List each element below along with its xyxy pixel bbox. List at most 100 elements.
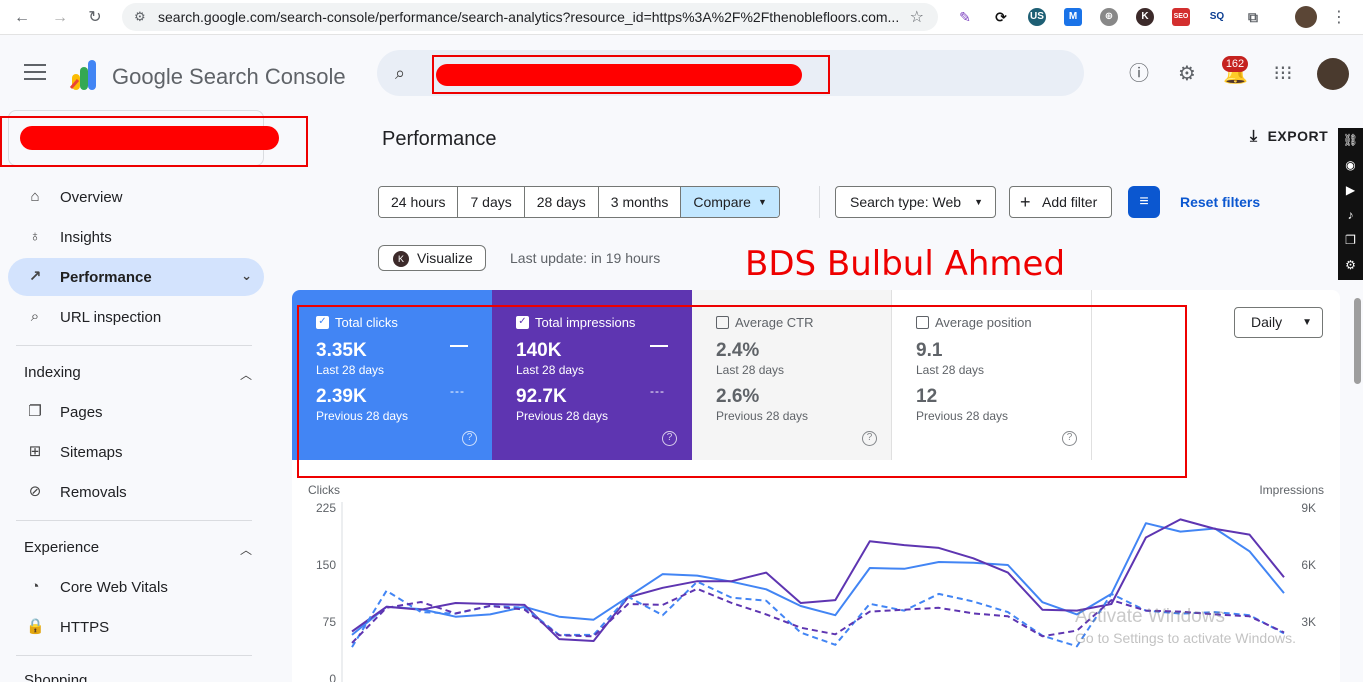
reset-filters-link[interactable]: Reset filters (1180, 194, 1260, 210)
profile-avatar[interactable] (1295, 6, 1317, 28)
site-info-icon[interactable]: ⚙ (134, 9, 146, 25)
range-3-months[interactable]: 3 months (598, 187, 682, 217)
y-tick-right: 6K (1301, 558, 1316, 572)
visualize-label: Visualize (417, 250, 473, 266)
settings-user-icon[interactable]: ⚙ (1175, 62, 1199, 86)
sidebar-item-url-inspection[interactable]: ⌕ URL inspection (8, 298, 264, 336)
m-extension-icon[interactable]: M (1064, 8, 1082, 26)
sidebar-item-label: Insights (60, 228, 112, 246)
sidebar-item-sitemaps[interactable]: ⊞ Sitemaps (8, 433, 264, 471)
y-tick-left: 75 (323, 615, 337, 629)
sidebar-item-label: Overview (60, 188, 123, 206)
search-type-button[interactable]: Search type: Web ▼ (835, 186, 997, 218)
scrollbar-thumb[interactable] (1354, 298, 1361, 384)
puzzle-icon[interactable]: ⧉ (1244, 8, 1262, 26)
back-icon[interactable]: ← (10, 6, 34, 30)
bulb-icon: ♁ (29, 228, 41, 245)
toolbar-separator (819, 186, 820, 218)
browser-toolbar: ← → ↻ ⚙ search.google.com/search-console… (0, 0, 1363, 35)
sidebar-item-removals[interactable]: ⊘ Removals (8, 473, 264, 511)
range-7-days[interactable]: 7 days (458, 187, 525, 217)
video-icon[interactable]: ▶ (1338, 178, 1363, 203)
sidebar-item-label: Pages (60, 403, 103, 421)
sidebar-section-indexing[interactable]: Indexing (24, 364, 81, 381)
bookmark-star-icon[interactable]: ☆ (910, 7, 924, 27)
sidebar-section-shopping[interactable]: Shopping (24, 672, 87, 682)
k-extension-icon[interactable]: K (1136, 8, 1154, 26)
filter-options-icon[interactable]: ≡ (1128, 186, 1160, 218)
y-tick-left: 225 (316, 501, 336, 515)
vpn-extension-icon[interactable]: US (1028, 8, 1046, 26)
camera-icon[interactable]: ◉ (1338, 153, 1363, 178)
globe-extension-icon[interactable]: ⊕ (1100, 8, 1118, 26)
caret-down-icon: ▼ (758, 197, 767, 207)
pen-extension-icon[interactable]: ✎ (956, 8, 974, 26)
app-name: Google Search Console (112, 64, 346, 89)
visualize-button[interactable]: K Visualize (378, 245, 486, 271)
chevron-down-icon[interactable]: ⌄ (241, 268, 252, 284)
sidebar-item-label: URL inspection (60, 308, 162, 326)
search-icon: ⌕ (30, 308, 40, 325)
sidebar-item-core-web-vitals[interactable]: ◔ Core Web Vitals (8, 568, 264, 606)
redaction-box (297, 305, 1187, 478)
chevron-up-icon[interactable]: ︿ (240, 541, 252, 558)
sidebar-item-performance[interactable]: ↗ Performance ⌄ (8, 258, 264, 296)
y-tick-left: 0 (329, 672, 336, 682)
seo-extension-icon[interactable]: SEO (1172, 8, 1190, 26)
home-icon: ⌂ (30, 188, 40, 205)
microphone-icon[interactable]: ♪ (1338, 203, 1363, 228)
y-tick-right: 3K (1301, 615, 1316, 629)
sidebar-section-experience[interactable]: Experience (24, 539, 99, 556)
menu-icon[interactable] (24, 64, 46, 80)
granularity-label: Daily (1251, 314, 1283, 330)
pages-icon: ❐ (28, 403, 42, 420)
sidebar-item-label: Performance (60, 268, 152, 286)
k-badge-icon: K (393, 251, 409, 267)
range-24-hours[interactable]: 24 hours (379, 187, 459, 217)
granularity-dropdown[interactable]: Daily ▼ (1234, 307, 1323, 338)
range-compare[interactable]: Compare ▼ (681, 187, 779, 217)
search-icon: ⌕ (395, 63, 406, 83)
y-tick-right: 9K (1301, 501, 1316, 515)
account-avatar[interactable] (1317, 58, 1349, 90)
reload-icon[interactable]: ↻ (83, 6, 107, 30)
help-icon[interactable]: ⓘ (1127, 62, 1151, 86)
sidebar-item-pages[interactable]: ❐ Pages (8, 393, 264, 431)
sidebar-item-label: Core Web Vitals (60, 578, 168, 596)
sync-extension-icon[interactable]: ⟳ (992, 8, 1010, 26)
chevron-up-icon[interactable]: ︿ (240, 366, 252, 383)
export-button[interactable]: ⤓ EXPORT (1250, 128, 1328, 146)
sidebar-item-https[interactable]: 🔒 HTTPS (8, 608, 264, 646)
caret-down-icon: ▼ (1302, 317, 1312, 328)
trending-icon: ↗ (28, 268, 42, 285)
overlay-name-text: BDS Bulbul Ahmed (745, 244, 1066, 284)
search-type-label: Search type: Web (850, 194, 962, 210)
forward-icon[interactable]: → (48, 6, 72, 30)
sidebar-divider (16, 655, 252, 656)
sidebar-item-insights[interactable]: ♁ Insights (8, 218, 264, 256)
date-range-selector: 24 hours 7 days 28 days 3 months Compare… (378, 186, 780, 218)
notification-badge: 162 (1222, 56, 1248, 72)
redaction-fill (436, 64, 802, 86)
add-filter-label: Add filter (1042, 194, 1098, 210)
eye-off-icon: ⊘ (28, 483, 42, 500)
y-axis-left-label: Clicks (308, 483, 340, 497)
browser-menu-icon[interactable]: ⋮ (1331, 7, 1347, 27)
last-update-text: Last update: in 19 hours (510, 250, 661, 266)
page-title: Performance (382, 128, 497, 150)
sidebar-item-overview[interactable]: ⌂ Overview (8, 178, 264, 216)
plus-icon: + (1020, 192, 1031, 212)
gauge-icon: ◔ (30, 578, 40, 595)
y-axis-right-label: Impressions (1259, 483, 1324, 497)
link-icon[interactable]: ⛓ (1338, 128, 1363, 153)
sitemap-icon: ⊞ (28, 443, 42, 460)
range-28-days[interactable]: 28 days (524, 187, 599, 217)
sidebar-item-label: Sitemaps (60, 443, 123, 461)
apps-grid-icon[interactable]: ⁝⁝⁝ (1271, 62, 1295, 86)
gear-icon[interactable]: ⚙ (1338, 253, 1363, 278)
address-bar[interactable]: ⚙ search.google.com/search-console/perfo… (122, 3, 938, 31)
sq-extension-icon[interactable]: SQ (1208, 8, 1226, 26)
window-icon[interactable]: ❐ (1338, 228, 1363, 253)
lock-icon: 🔒 (26, 618, 45, 635)
add-filter-button[interactable]: + Add filter (1009, 186, 1113, 218)
